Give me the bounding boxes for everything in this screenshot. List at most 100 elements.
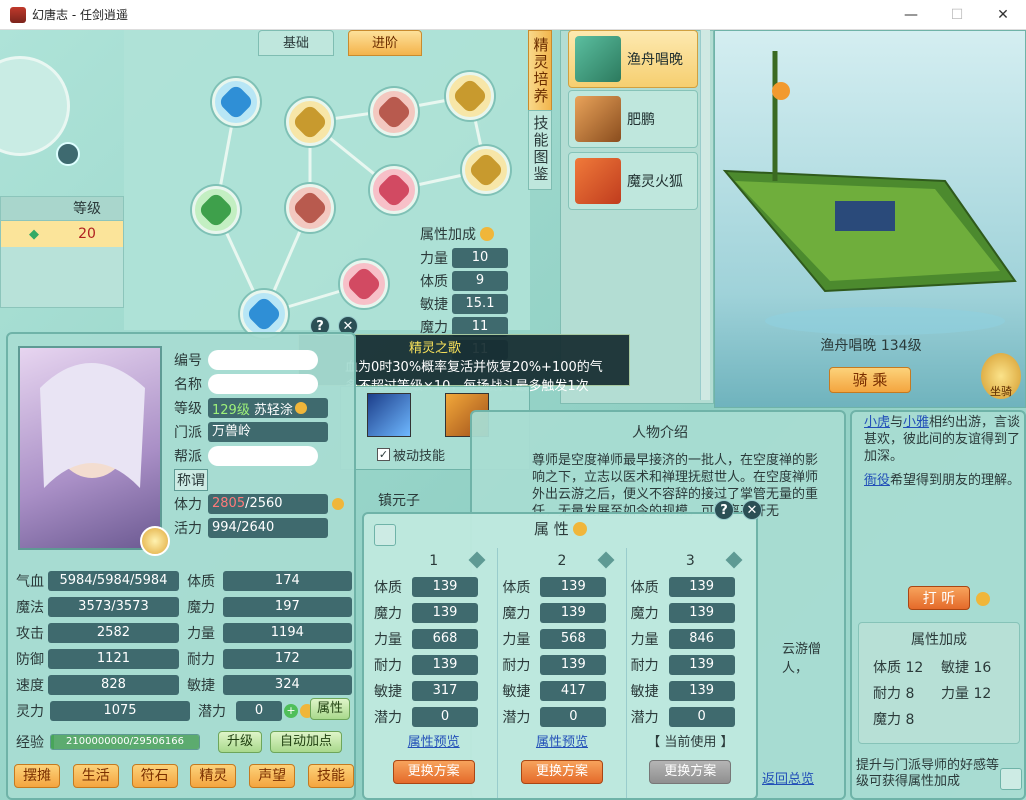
info-icon[interactable] xyxy=(480,227,494,241)
scheme-column: 2 体质 139 魔力 139 力量 568 耐力 139 敏捷 417 潜力 0 属性预览 更换方案 xyxy=(498,548,627,798)
scheme-row: 敏捷 417 xyxy=(498,678,625,704)
table-row[interactable]: ◆ 20 xyxy=(1,221,123,247)
scheme-row: 潜力 0 xyxy=(627,704,754,730)
settings-round-icon[interactable] xyxy=(56,142,80,166)
stat-row: 魔法 3573/3573 魔力 197 xyxy=(16,594,352,620)
stat-row: 气血 5984/5984/5984 体质 174 xyxy=(16,568,352,594)
attr-bonus-row: 体质 9 xyxy=(420,269,520,292)
skill-node-rose[interactable] xyxy=(286,184,334,232)
stat-row: 灵力 1075 潜力 0 + xyxy=(16,698,352,724)
mount-icon[interactable]: 坐骑 xyxy=(981,353,1021,399)
back-overview-link[interactable]: 返回总览 xyxy=(762,768,814,787)
info-icon[interactable] xyxy=(332,498,344,510)
skill-node-blue[interactable] xyxy=(212,78,260,126)
scheme-row: 耐力 139 xyxy=(370,652,497,678)
scheme-row: 体质 139 xyxy=(370,574,497,600)
attr-bonus-title: 属性加成 xyxy=(420,224,520,244)
info-icon[interactable] xyxy=(976,592,990,606)
pet-list-scrollbar[interactable] xyxy=(700,30,710,400)
npc-bonus-item: 魔力 8 xyxy=(873,712,915,728)
rename-icon[interactable] xyxy=(468,551,486,569)
relation-text: 小虎与小雅相约出游，言谈甚欢，彼此间的友谊得到了加深。 xyxy=(864,415,1021,464)
skill-icon-wind[interactable] xyxy=(367,393,411,437)
badge-icon[interactable] xyxy=(140,526,170,556)
change-scheme-button[interactable]: 更换方案 xyxy=(649,760,732,784)
skill-node-gold[interactable] xyxy=(446,72,494,120)
attr-preview-link[interactable]: 属性预览 xyxy=(370,730,497,756)
edit-icon: ◆ xyxy=(29,226,39,242)
scheme-row: 力量 668 xyxy=(370,626,497,652)
close-window-button[interactable]: ✕ xyxy=(980,0,1026,30)
scheme-row: 体质 139 xyxy=(627,574,754,600)
menu-button-4[interactable]: 声望 xyxy=(249,764,296,788)
menu-button-3[interactable]: 精灵 xyxy=(190,764,237,788)
close-icon[interactable]: ✕ xyxy=(742,500,762,520)
skill-node-rose[interactable] xyxy=(370,88,418,136)
skill-node-gold[interactable] xyxy=(462,146,510,194)
auto-allocate-button[interactable]: 自动加点 xyxy=(270,731,342,753)
scheme-row: 力量 568 xyxy=(498,626,625,652)
upgrade-button[interactable]: 升级 xyxy=(218,731,262,753)
npc-description-tail: 云游僧人， xyxy=(782,642,822,676)
npc-intro-title: 人物介绍 xyxy=(632,425,688,441)
menu-button-1[interactable]: 生活 xyxy=(72,764,119,788)
scheme-title: 属 性 xyxy=(534,518,587,539)
id-masked xyxy=(208,350,318,370)
current-in-use-label: 【 当前使用 】 xyxy=(647,735,734,750)
inquire-button[interactable]: 打 听 xyxy=(908,586,970,610)
character-panel: 编号 名称 等级 129级 苏轻涂 门派 万兽岭 帮派 称谓 体力 2805/25… xyxy=(6,332,356,800)
info-icon[interactable] xyxy=(294,402,307,414)
attr-preview-link[interactable]: 属性预览 xyxy=(498,730,625,756)
app-icon xyxy=(10,6,26,23)
mount-name-level: 渔舟唱晚 134级 xyxy=(820,338,922,354)
skill-node-pink[interactable] xyxy=(370,166,418,214)
menu-button-2[interactable]: 符石 xyxy=(131,764,178,788)
npc-link-yayi[interactable]: 衙役 xyxy=(864,473,890,488)
ride-button[interactable]: 骑 乘 xyxy=(829,367,911,393)
relation-text: 衙役希望得到朋友的理解。 xyxy=(864,473,1021,488)
rename-icon[interactable] xyxy=(597,551,615,569)
team-table: 等级 ◆ 20 xyxy=(0,196,124,308)
npc-bonus-box: 属性加成 体质 12 敏捷 16 耐力 8 力量 12 魔力 8 xyxy=(858,622,1020,744)
maximize-button[interactable]: ☐ xyxy=(934,0,980,30)
mount-preview: 渔舟唱晚 134级 骑 乘 坐骑 xyxy=(714,30,1026,408)
attribute-scheme-panel: 属 性 1 体质 139 魔力 139 力量 668 耐力 139 敏捷 317 潜力 0 属性预览 更换方… xyxy=(362,512,758,800)
title-button[interactable]: 称谓 xyxy=(174,469,208,491)
help-icon[interactable]: ? xyxy=(714,500,734,520)
attributes-button[interactable]: 属性 xyxy=(310,698,350,720)
character-portrait xyxy=(18,346,162,550)
exp-bar: 2100000000/29506166 xyxy=(50,734,200,750)
list-item[interactable]: 肥鹏 xyxy=(568,90,698,148)
guild-masked xyxy=(208,446,318,466)
minimize-button[interactable]: — xyxy=(888,0,934,30)
scheme-column: 1 体质 139 魔力 139 力量 668 耐力 139 敏捷 317 潜力 0 属性预览 更换方案 xyxy=(370,548,499,798)
stats-grid: 气血 5984/5984/5984 体质 174 魔法 3573/3573 魔力 197 攻击 2… xyxy=(16,568,352,724)
skill-node-pink[interactable] xyxy=(340,260,388,308)
npc-link-xiaohu[interactable]: 小虎 xyxy=(864,415,890,430)
stat-row: 速度 828 敏捷 324 xyxy=(16,672,352,698)
plus-icon[interactable]: + xyxy=(284,704,298,718)
npc-link-xiaoya[interactable]: 小雅 xyxy=(903,415,929,430)
skill-node-blue[interactable] xyxy=(240,290,288,338)
list-item[interactable]: 魔灵火狐 xyxy=(568,152,698,210)
passive-skill-checkbox[interactable]: ✓ 被动技能 xyxy=(377,445,445,464)
info-icon[interactable] xyxy=(572,521,587,536)
tab-skill-book[interactable]: 技能图鉴 xyxy=(528,110,552,190)
level-field: 129级 苏轻涂 xyxy=(208,398,328,418)
list-item[interactable]: 渔舟唱晚 xyxy=(568,30,698,88)
level-column-header: 等级 xyxy=(73,201,101,217)
change-scheme-button[interactable]: 更换方案 xyxy=(392,760,475,784)
scheme-row: 敏捷 139 xyxy=(627,678,754,704)
edit-icon[interactable] xyxy=(1000,768,1022,790)
attr-bonus-row: 力量 10 xyxy=(420,246,520,269)
menu-button-5[interactable]: 技能 xyxy=(307,764,354,788)
skill-node-green[interactable] xyxy=(192,186,240,234)
scheme-row: 魔力 139 xyxy=(627,600,754,626)
change-scheme-button[interactable]: 更换方案 xyxy=(520,760,603,784)
menu-button-0[interactable]: 摆摊 xyxy=(14,764,60,788)
stat-row: 防御 1121 耐力 172 xyxy=(16,646,352,672)
attr-bonus-row: 敏捷 15.1 xyxy=(420,292,520,315)
edit-icon[interactable] xyxy=(374,524,396,546)
rename-icon[interactable] xyxy=(725,551,743,569)
skill-node-gold[interactable] xyxy=(286,98,334,146)
